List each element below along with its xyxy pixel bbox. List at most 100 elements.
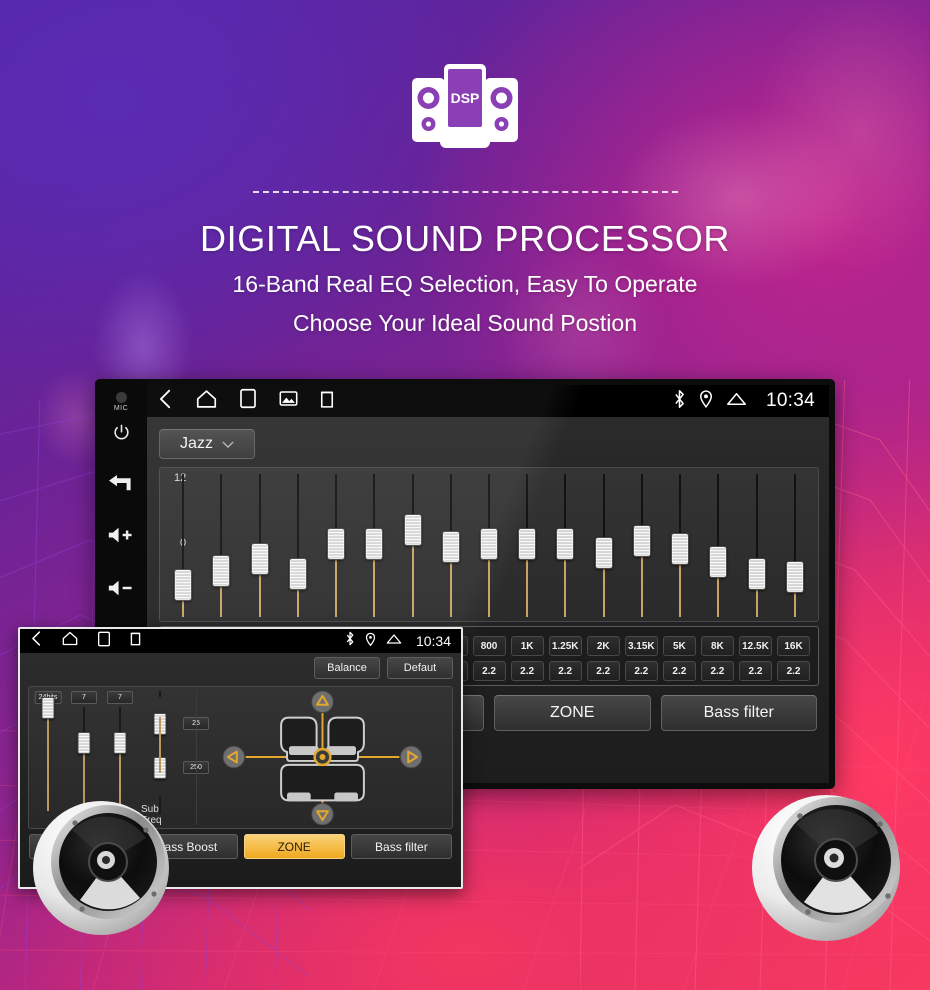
back-icon: [32, 631, 41, 646]
inset-action-bass-filter[interactable]: Bass filter: [350, 834, 452, 859]
eq-band-slider[interactable]: [355, 472, 393, 619]
delay-slider-3-rail-upper: [119, 707, 121, 732]
back-icon: [159, 389, 171, 408]
eq-slider-handle[interactable]: [632, 525, 651, 557]
inset-home-button[interactable]: [62, 631, 78, 651]
inset-top-buttons: Balance Defaut: [28, 657, 453, 681]
eq-gain-chip: 2.2: [777, 661, 811, 681]
inset-action-zone[interactable]: ZONE: [243, 834, 345, 859]
eq-slider-rail-lower: [526, 558, 529, 617]
zone-right-button: [399, 745, 423, 769]
eq-slider-handle[interactable]: [518, 528, 537, 560]
eq-slider-handle[interactable]: [212, 555, 231, 587]
eq-band-slider[interactable]: [432, 472, 470, 619]
speaker-left-decoration: [33, 801, 169, 935]
eq-slider-handle[interactable]: [709, 546, 728, 578]
power-button[interactable]: [112, 423, 131, 447]
recents-button[interactable]: [239, 388, 257, 414]
eq-slider-handle[interactable]: [594, 537, 613, 569]
eq-slider-handle[interactable]: [747, 558, 766, 590]
sdcard-button[interactable]: [320, 389, 334, 414]
sdcard-icon: [320, 391, 334, 408]
eq-band-slider[interactable]: [508, 472, 546, 619]
eq-gain-chip: 2.2: [662, 661, 696, 681]
eq-slider-handle[interactable]: [174, 569, 193, 601]
sdcard-icon: [130, 632, 141, 646]
back-button[interactable]: [157, 388, 174, 415]
eq-band-slider[interactable]: [202, 472, 240, 619]
eq-slider-handle[interactable]: [671, 533, 690, 565]
eq-gain-chip: 2.2: [738, 661, 772, 681]
eq-band-slider[interactable]: [699, 472, 737, 619]
eq-slider-handle[interactable]: [327, 528, 346, 560]
eq-band-slider[interactable]: [164, 472, 202, 619]
preset-row: Jazz: [159, 425, 819, 463]
page-subtitle-line1: 16-Band Real EQ Selection, Easy To Opera…: [232, 271, 698, 297]
eq-action-zone[interactable]: ZONE: [494, 695, 651, 731]
eq-band-slider[interactable]: [776, 472, 814, 619]
eq-slider-handle[interactable]: [403, 514, 422, 546]
eq-slider-rail-upper: [258, 474, 261, 545]
eq-slider-rail-lower: [258, 573, 261, 617]
eq-band-slider[interactable]: [279, 472, 317, 619]
eq-slider-handle[interactable]: [365, 528, 384, 560]
sub-rail-upper: [159, 691, 161, 697]
eq-slider-handle[interactable]: [556, 528, 575, 560]
delay-slider-2-handle[interactable]: [77, 732, 91, 754]
gallery-icon: [279, 391, 298, 406]
delay-slider-1-handle[interactable]: [41, 697, 55, 719]
inset-eject-indicator: [386, 632, 402, 650]
eq-slider-rail-lower: [449, 561, 452, 617]
eq-band-slider[interactable]: [470, 472, 508, 619]
zone-seat-diagram[interactable]: [197, 690, 448, 826]
eq-slider-rail-upper: [335, 474, 338, 530]
location-icon: [699, 390, 712, 409]
eq-frequency-chip: 5K: [662, 636, 696, 656]
home-button[interactable]: [196, 389, 217, 414]
volume-down-button[interactable]: [108, 579, 134, 602]
eq-slider-rail-lower: [564, 558, 567, 617]
inset-recents-button[interactable]: [97, 631, 111, 652]
eq-band-slider[interactable]: [661, 472, 699, 619]
eq-slider-rail-upper: [449, 474, 452, 533]
eq-slider-rail-lower: [220, 585, 223, 617]
eq-frequency-chip: 8K: [700, 636, 734, 656]
eq-band-slider[interactable]: [546, 472, 584, 619]
inset-back-button[interactable]: [30, 630, 43, 652]
volume-up-button[interactable]: [108, 526, 134, 549]
eq-slider-rail-upper: [411, 474, 414, 516]
eq-slider-handle[interactable]: [479, 528, 498, 560]
equalizer-slider-panel[interactable]: 12 0: [159, 467, 819, 622]
eq-slider-rail-upper: [487, 474, 490, 530]
eq-slider-handle[interactable]: [441, 531, 460, 563]
eq-band-slider[interactable]: [585, 472, 623, 619]
android-status-bar: 10:34: [147, 385, 829, 417]
zone-position-control[interactable]: [196, 690, 448, 826]
preset-dropdown[interactable]: Jazz: [159, 429, 255, 459]
zone-left-button: [222, 745, 246, 769]
eq-band-slider[interactable]: [317, 472, 355, 619]
eject-indicator: [726, 391, 747, 412]
eq-frequency-chip: 800: [472, 636, 506, 656]
return-button[interactable]: [109, 475, 133, 496]
eq-slider-handle[interactable]: [288, 558, 307, 590]
eq-band-slider[interactable]: [240, 472, 278, 619]
eq-slider-rail-lower: [717, 576, 720, 617]
home-icon: [62, 631, 78, 646]
eq-slider-rail-upper: [564, 474, 567, 530]
eq-slider-handle[interactable]: [785, 561, 804, 593]
delay-slider-3-handle[interactable]: [113, 732, 127, 754]
eq-slider-rail-upper: [793, 474, 796, 563]
eq-action-bass-filter[interactable]: Bass filter: [660, 695, 817, 731]
bluetooth-icon: [346, 631, 354, 646]
eq-band-slider[interactable]: [738, 472, 776, 619]
eq-band-slider[interactable]: [393, 472, 431, 619]
eq-slider-handle[interactable]: [250, 543, 269, 575]
gallery-button[interactable]: [279, 390, 298, 412]
inset-defaut-button[interactable]: Defaut: [387, 657, 453, 679]
eq-band-slider[interactable]: [623, 472, 661, 619]
inset-balance-button[interactable]: Balance: [314, 657, 380, 679]
speaker-right-decoration: [752, 795, 900, 941]
power-icon: [113, 424, 129, 440]
inset-sdcard-button[interactable]: [130, 631, 141, 651]
